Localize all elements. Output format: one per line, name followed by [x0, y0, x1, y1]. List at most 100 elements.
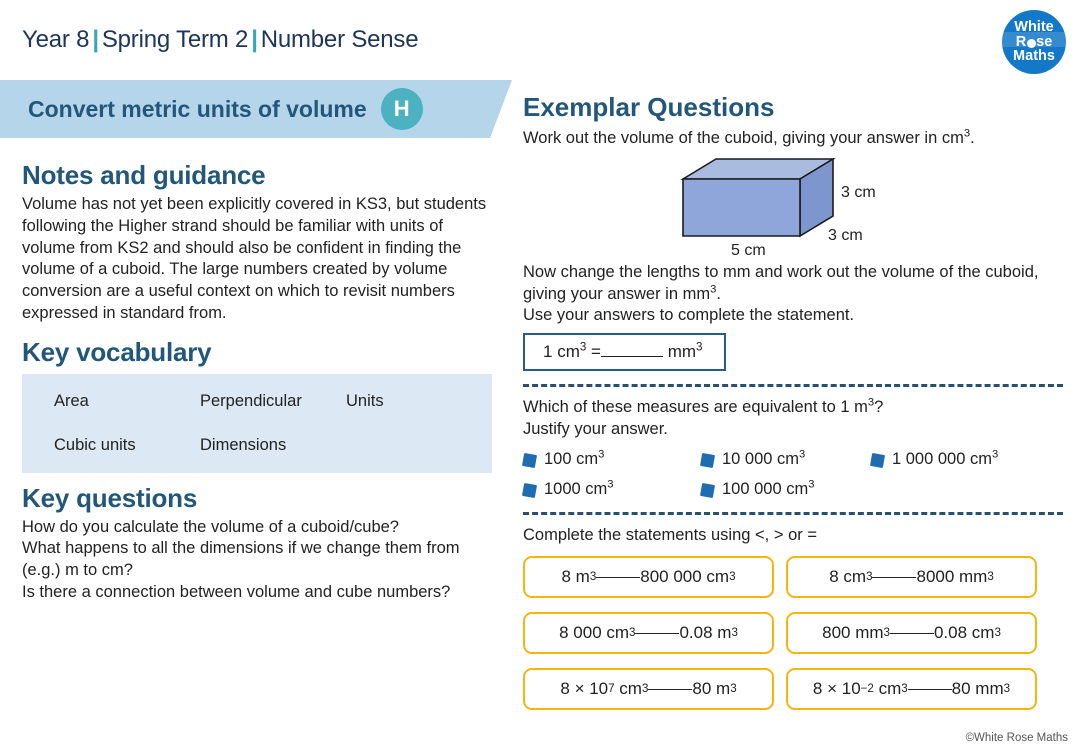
cube-bullet-icon	[521, 452, 538, 468]
higher-strand-badge: H	[380, 88, 423, 130]
comparison-statement[interactable]: 8 m 3 800 000 cm 3	[523, 556, 774, 599]
breadcrumb-year: Year 8	[22, 26, 90, 53]
comparison-blank[interactable]	[596, 576, 641, 578]
worksheet-page: Year 8 | Spring Term 2 | Number Sense White …	[0, 0, 1084, 750]
comparison-right: 8000 mm	[916, 567, 988, 587]
logo-rose-after: se	[1036, 33, 1053, 50]
measure-option-value: 1 000 000 cm	[892, 449, 992, 468]
conversion-equals: =	[591, 342, 601, 362]
exemplar-prompt-2-end: .	[716, 284, 721, 303]
comparison-statement[interactable]: 8 × 10 7 cm 3 80 m3	[523, 668, 774, 711]
exemplar-heading: Exemplar Questions	[523, 92, 775, 122]
measure-option-sup: 3	[799, 448, 806, 461]
vocab-term-perpendicular: Perpendicular	[200, 391, 302, 410]
vocabulary-row: Cubic units Dimensions	[54, 436, 492, 455]
cube-bullet-icon	[699, 452, 716, 468]
conversion-answer-blank[interactable]	[600, 356, 663, 358]
cube-bullet-icon	[869, 452, 886, 468]
logo-line-white: White	[1014, 18, 1054, 35]
white-rose-maths-logo: White Rse Maths	[1002, 10, 1066, 74]
comparison-blank[interactable]	[635, 632, 680, 634]
comparison-blank[interactable]	[872, 576, 917, 578]
measure-option-value: 100 cm	[544, 449, 599, 468]
conversion-right-sup: 3	[696, 341, 703, 354]
measure-option[interactable]: 1 000 000 cm3	[869, 448, 1061, 469]
breadcrumb-separator-1: |	[92, 26, 99, 53]
measure-option-value: 100 000 cm	[722, 479, 809, 498]
comparison-left: 800 mm	[822, 623, 884, 643]
logo-line-maths: Maths	[1013, 48, 1055, 65]
comparison-right: 80 m	[692, 679, 731, 699]
vocabulary-heading: Key vocabulary	[22, 336, 212, 367]
notes-body: Volume has not yet been explicitly cover…	[22, 195, 487, 322]
measure-option-sup: 3	[598, 448, 605, 461]
comparison-statement[interactable]: 8 × 10 −2 cm 3 80 mm 3	[786, 668, 1037, 711]
comparison-statement[interactable]: 8 cm 3 8000 mm 3	[786, 556, 1037, 599]
measure-options-list: 100 cm3 10 000 cm3 1 000 000 cm3 1000 cm…	[521, 448, 1063, 510]
comparison-right: 800 000 cm	[640, 567, 730, 587]
vocab-term-empty	[346, 436, 492, 455]
breadcrumb-term: Spring Term 2	[101, 26, 249, 53]
lesson-title-banner: Convert metric units of volume H	[0, 80, 512, 138]
key-question-3: Is there a connection between volume and…	[22, 582, 451, 601]
measure-option-sup: 3	[808, 478, 815, 491]
vocabulary-row: Area Perpendicular Units	[54, 392, 492, 411]
breadcrumb: Year 8 | Spring Term 2 | Number Sense	[22, 26, 419, 54]
exemplar-prompt-1-end: .	[970, 129, 975, 147]
measure-option-sup: 3	[607, 478, 614, 491]
conversion-left-sup: 3	[579, 341, 587, 354]
exemplar-prompt-4: Which of these measures are equivalent t…	[523, 397, 1063, 419]
comparison-left: 8 cm	[829, 567, 867, 587]
logo-rose-before: R	[1015, 33, 1027, 50]
copyright-footer: ©White Rose Maths	[965, 732, 1068, 744]
exemplar-prompt-3: Use your answers to complete the stateme…	[523, 306, 855, 325]
logo-line-rose: Rse	[1015, 33, 1053, 50]
vocab-term-units: Units	[346, 391, 384, 410]
conversion-left-unit: cm	[557, 342, 580, 362]
comparison-statement[interactable]: 8 000 cm 3 0.08 m3	[523, 612, 774, 655]
notes-heading: Notes and guidance	[22, 160, 266, 190]
comparison-left: 8 × 10	[812, 679, 861, 699]
conversion-left-number: 1	[543, 342, 553, 362]
comparison-left: 8 × 10	[560, 679, 609, 699]
measure-option-value: 1000 cm	[544, 479, 608, 498]
comparison-blank[interactable]	[648, 688, 693, 690]
comparison-blank[interactable]	[889, 632, 934, 634]
measure-option[interactable]: 100 000 cm3	[699, 478, 871, 499]
comparison-left-unit: cm	[619, 679, 642, 699]
cube-bullet-icon	[521, 482, 538, 498]
cuboid-depth-label: 3 cm	[828, 226, 863, 244]
comparison-left: 8 m	[561, 567, 590, 587]
comparison-statements-grid: 8 m 3 800 000 cm 3 8 cm 3 8000 mm 3 8 000 cm 3 0…	[523, 556, 1063, 711]
right-column: Exemplar Questions Work out the volume o…	[521, 92, 1063, 711]
comparison-right: 0.08 m	[679, 623, 732, 643]
comparison-left: 8 000 cm	[559, 623, 630, 643]
cuboid-width-label: 5 cm	[731, 241, 766, 259]
measure-option-value: 10 000 cm	[722, 449, 800, 468]
cube-bullet-icon	[699, 482, 716, 498]
measure-option[interactable]: 1000 cm3	[521, 478, 701, 499]
rose-dot-icon	[1026, 38, 1036, 48]
left-column: Notes and guidance Volume has not yet be…	[22, 160, 492, 604]
measure-option-sup: 3	[991, 448, 999, 461]
vocab-term-dimensions: Dimensions	[200, 435, 287, 454]
comparison-statement[interactable]: 800 mm 3 0.08 cm 3	[786, 612, 1037, 655]
exemplar-prompt-1-text: Work out the volume of the cuboid, givin…	[523, 129, 964, 147]
vocab-term-cubic-units: Cubic units	[54, 435, 136, 454]
exemplar-prompt-1: Work out the volume of the cuboid, givin…	[523, 128, 1063, 150]
comparison-blank[interactable]	[907, 688, 952, 690]
vocab-term-area: Area	[54, 391, 89, 410]
exemplar-prompt-2: Now change the lengths to mm and work ou…	[523, 262, 1063, 306]
vocabulary-box: Area Perpendicular Units Cubic units Dim…	[22, 373, 492, 473]
cuboid-diagram: 3 cm 3 cm 5 cm	[523, 154, 1063, 262]
divider-2	[523, 511, 1063, 515]
lesson-title: Convert metric units of volume	[28, 95, 367, 122]
cuboid-height-label: 3 cm	[841, 183, 876, 201]
comparison-left-unit: cm	[878, 679, 902, 699]
breadcrumb-topic: Number Sense	[260, 26, 419, 53]
comparison-right: 0.08 cm	[933, 623, 995, 643]
conversion-statement-box[interactable]: 1 cm3 = mm3	[523, 333, 727, 372]
measure-option[interactable]: 10 000 cm3	[699, 448, 871, 469]
measure-option[interactable]: 100 cm3	[521, 448, 701, 469]
key-question-1: How do you calculate the volume of a cub…	[22, 517, 399, 536]
